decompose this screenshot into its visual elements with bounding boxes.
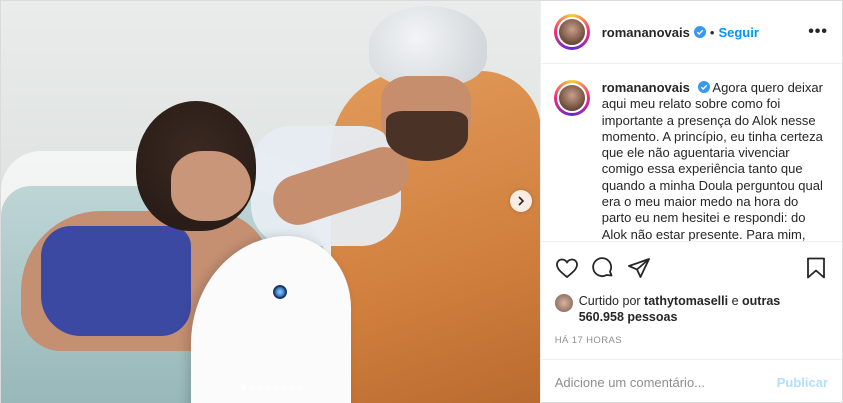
more-options-button[interactable]: •••	[808, 23, 828, 41]
carousel-dot	[288, 385, 294, 390]
avatar[interactable]	[553, 14, 590, 50]
separator-dot: •	[709, 24, 715, 40]
post-header: romananovais • Seguir •••	[540, 1, 842, 64]
comment-icon[interactable]	[591, 256, 615, 280]
liker-username[interactable]: tathytomaselli	[644, 294, 728, 308]
likes-summary: Curtido por tathytomaselli e outras 560.…	[541, 293, 842, 329]
carousel-dot	[296, 385, 302, 390]
caption-avatar[interactable]	[553, 80, 590, 116]
caption-username[interactable]: romananovais	[602, 80, 690, 95]
instagram-post: romananovais • Seguir ••• romananovais A…	[0, 0, 843, 403]
carousel-dot	[280, 385, 286, 390]
next-image-button[interactable]	[509, 190, 532, 212]
verified-badge-icon	[697, 81, 710, 93]
publish-button[interactable]: Publicar	[777, 375, 828, 390]
surgical-cap	[369, 6, 487, 86]
post-timestamp[interactable]: HÁ 17 HORAS	[541, 329, 842, 359]
caption-area: romananovais Agora quero deixar aqui meu…	[541, 64, 842, 241]
follow-button[interactable]: Seguir	[718, 25, 758, 40]
heart-icon[interactable]	[555, 256, 579, 280]
carousel-dot	[240, 385, 246, 390]
carousel-indicator	[1, 385, 540, 390]
caption-text: Agora quero deixar aqui meu relato sobre…	[601, 80, 823, 241]
post-photo[interactable]	[1, 1, 540, 403]
carousel-dot	[272, 385, 278, 390]
header-username[interactable]: romananovais	[602, 25, 690, 40]
carousel-dot	[256, 385, 262, 390]
action-bar	[540, 241, 842, 293]
share-icon[interactable]	[627, 256, 651, 280]
caption: romananovais Agora quero deixar aqui meu…	[602, 80, 828, 241]
liker-avatar[interactable]	[554, 294, 573, 312]
comment-input[interactable]	[554, 374, 777, 390]
carousel-dot	[264, 385, 270, 390]
comment-form: Publicar	[540, 359, 842, 403]
bookmark-icon[interactable]	[804, 256, 828, 280]
post-sidebar: romananovais • Seguir ••• romananovais A…	[539, 1, 842, 403]
carousel-dot	[248, 385, 254, 390]
chevron-right-icon	[518, 196, 524, 206]
verified-badge-icon	[693, 26, 706, 38]
